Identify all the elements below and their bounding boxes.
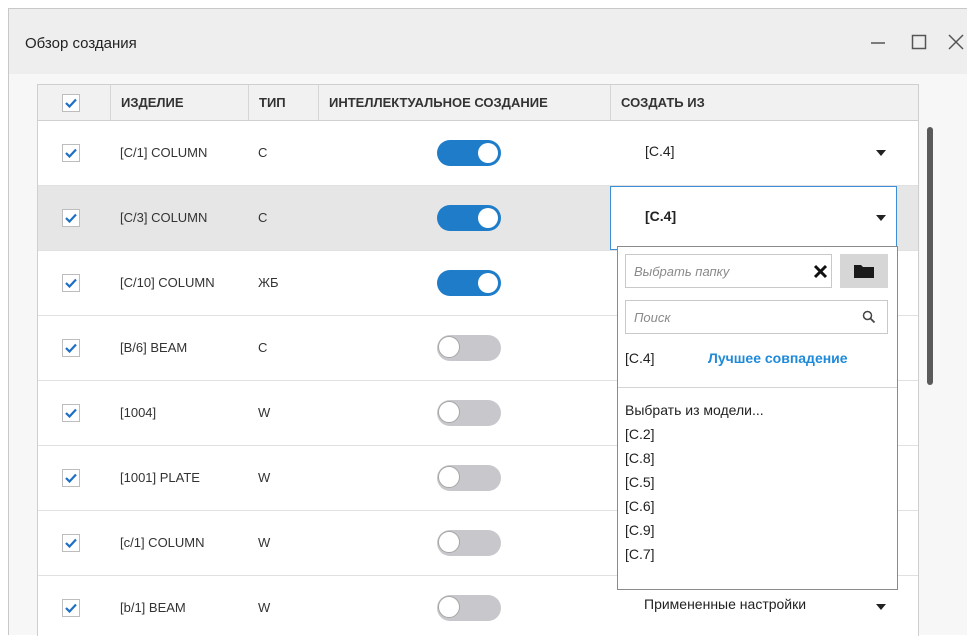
smart-creation-toggle[interactable] xyxy=(437,140,501,166)
list-item[interactable]: [C.2] xyxy=(625,422,885,446)
checkmark-icon xyxy=(65,343,77,353)
list-item[interactable]: [C.6] xyxy=(625,494,885,518)
item-cell: [C/3] COLUMN xyxy=(120,210,208,225)
chevron-down-icon[interactable] xyxy=(876,150,886,156)
type-cell: C xyxy=(258,145,268,160)
close-x-icon xyxy=(813,264,828,279)
folder-placeholder: Выбрать папку xyxy=(634,264,730,279)
search-input[interactable]: Поиск xyxy=(625,300,888,334)
row-checkbox[interactable] xyxy=(62,339,80,357)
type-cell: W xyxy=(258,600,271,615)
smart-creation-toggle[interactable] xyxy=(437,335,501,361)
checkmark-icon xyxy=(65,538,77,548)
item-cell: [b/1] BEAM xyxy=(120,600,186,615)
checkmark-icon xyxy=(65,278,77,288)
list-item[interactable]: [C.8] xyxy=(625,446,885,470)
row-checkbox[interactable] xyxy=(62,209,80,227)
clear-folder-button[interactable] xyxy=(813,264,828,284)
list-item[interactable]: [C.9] xyxy=(625,518,885,542)
list-item-pick-from-model[interactable]: Выбрать из модели... xyxy=(625,398,885,422)
maximize-icon xyxy=(911,34,927,50)
create-from-value[interactable]: Примененные настройки xyxy=(644,596,806,612)
checkmark-icon xyxy=(65,603,77,613)
checkmark-icon xyxy=(65,473,77,483)
best-match-item[interactable]: [C.4] Лучшее совпадение xyxy=(625,347,890,371)
type-cell: ЖБ xyxy=(258,275,279,290)
table-row[interactable]: [C/1] COLUMN C [C.4] xyxy=(38,121,918,186)
row-checkbox[interactable] xyxy=(62,144,80,162)
smart-creation-toggle[interactable] xyxy=(437,205,501,231)
header-item[interactable]: ИЗДЕЛИЕ xyxy=(110,85,248,120)
row-checkbox[interactable] xyxy=(62,469,80,487)
minimize-icon xyxy=(871,42,885,44)
type-cell: W xyxy=(258,470,271,485)
checkmark-icon xyxy=(65,98,77,108)
window-title: Обзор создания xyxy=(25,35,137,52)
minimize-button[interactable] xyxy=(861,25,895,59)
dropdown-list: Выбрать из модели... [C.2] [C.8] [C.5] [… xyxy=(625,398,885,566)
folder-field[interactable]: Выбрать папку xyxy=(625,254,832,288)
item-cell: [1004] xyxy=(120,405,157,420)
search-icon xyxy=(862,310,876,329)
divider xyxy=(618,387,897,388)
smart-creation-toggle[interactable] xyxy=(437,270,501,296)
row-checkbox[interactable] xyxy=(62,599,80,617)
list-item[interactable]: [C.5] xyxy=(625,470,885,494)
type-cell: C xyxy=(258,340,268,355)
chevron-down-icon[interactable] xyxy=(876,604,886,610)
close-icon xyxy=(948,34,964,50)
item-cell: [1001] PLATE xyxy=(120,470,200,485)
row-checkbox[interactable] xyxy=(62,404,80,422)
header-smart-creation[interactable]: ИНТЕЛЛЕКТУАЛЬНОЕ СОЗДАНИЕ xyxy=(318,85,610,120)
header-type[interactable]: ТИП xyxy=(248,85,318,120)
type-cell: W xyxy=(258,535,271,550)
create-from-value[interactable]: [C.4] xyxy=(645,143,675,159)
checkmark-icon xyxy=(65,213,77,223)
smart-creation-toggle[interactable] xyxy=(437,595,501,621)
table-row[interactable]: [C/3] COLUMN C [C.4] xyxy=(38,186,918,251)
vertical-scrollbar[interactable] xyxy=(927,127,933,385)
checkmark-icon xyxy=(65,408,77,418)
smart-creation-toggle[interactable] xyxy=(437,465,501,491)
chevron-down-icon[interactable] xyxy=(876,215,886,221)
best-match-label: Лучшее совпадение xyxy=(708,350,848,366)
item-cell: [C/1] COLUMN xyxy=(120,145,208,160)
close-button[interactable] xyxy=(939,25,967,59)
smart-creation-toggle[interactable] xyxy=(437,400,501,426)
browse-folder-button[interactable] xyxy=(840,254,888,288)
type-cell: C xyxy=(258,210,268,225)
checkmark-icon xyxy=(65,148,77,158)
best-match-value: [C.4] xyxy=(625,350,655,366)
create-from-dropdown: Выбрать папку Поиск [C.4] Лучшее совпаде… xyxy=(617,246,898,590)
header-create-from[interactable]: СОЗДАТЬ ИЗ xyxy=(610,85,918,120)
item-cell: [c/1] COLUMN xyxy=(120,535,205,550)
create-from-value[interactable]: [C.4] xyxy=(645,208,676,224)
smart-creation-toggle[interactable] xyxy=(437,530,501,556)
select-all-checkbox[interactable] xyxy=(62,94,80,112)
search-placeholder: Поиск xyxy=(634,310,671,325)
item-cell: [B/6] BEAM xyxy=(120,340,188,355)
window-titlebar: Обзор создания xyxy=(8,8,967,75)
type-cell: W xyxy=(258,405,271,420)
row-checkbox[interactable] xyxy=(62,534,80,552)
item-cell: [C/10] COLUMN xyxy=(120,275,215,290)
grid-header: ИЗДЕЛИЕ ТИП ИНТЕЛЛЕКТУАЛЬНОЕ СОЗДАНИЕ СО… xyxy=(38,85,918,121)
list-item[interactable]: [C.7] xyxy=(625,542,885,566)
row-checkbox[interactable] xyxy=(62,274,80,292)
folder-icon xyxy=(854,265,874,278)
maximize-button[interactable] xyxy=(902,25,936,59)
